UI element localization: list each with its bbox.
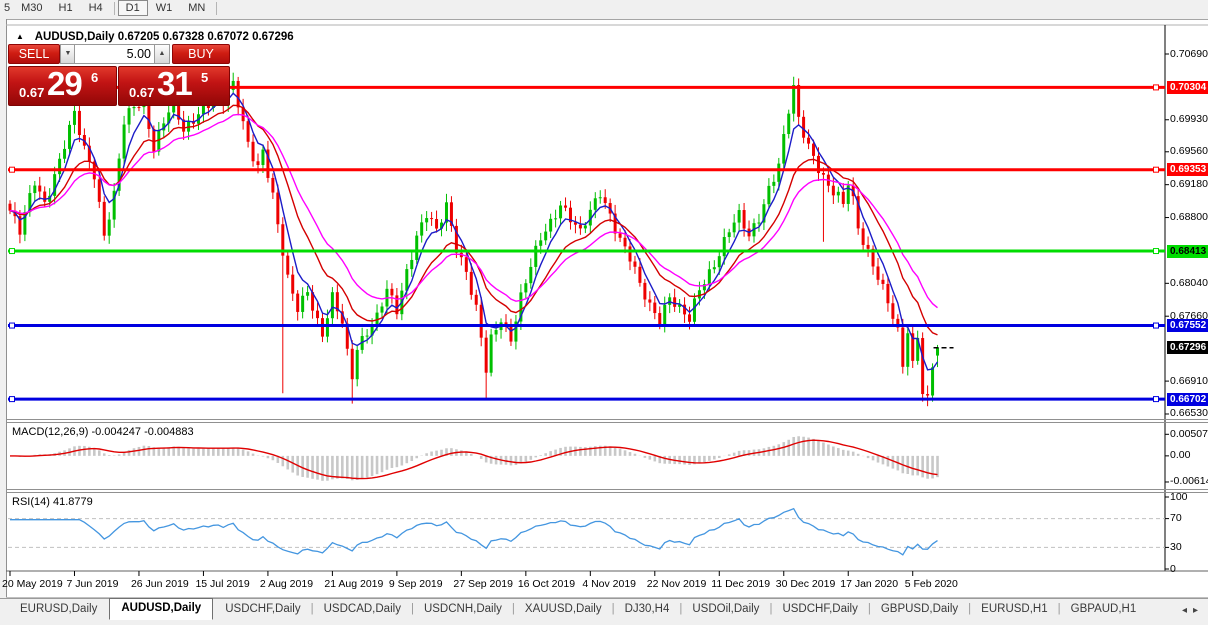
sell-price-pip: 6 [91,70,99,85]
price-axis-tick-label: 0.66530 [1170,407,1208,420]
chart-tab-xauusd-daily[interactable]: XAUUSD,Daily [513,599,614,620]
buy-price-prefix: 0.67 [129,85,155,100]
price-axis-tick-label: 0.68800 [1170,211,1208,224]
sell-price-main: 29 [47,65,83,102]
rsi-indicator-label: RSI(14) 41.8779 [12,496,93,508]
price-level-label: 0.67552 [1167,319,1208,333]
collapse-panel-icon[interactable]: ▲ [16,32,24,41]
chart-tab-usdchf-daily[interactable]: USDCHF,Daily [213,599,312,620]
sell-price-prefix: 0.67 [19,85,45,100]
level-line-handle[interactable] [9,248,15,255]
buy-price-box[interactable]: 0.67 31 5 [118,65,230,106]
price-level-label: 0.69353 [1167,163,1208,177]
buy-price-main: 31 [157,65,193,102]
macd-axis-tick-label: 0.00 [1170,449,1191,462]
chart-tab-eurusd-daily[interactable]: EURUSD,Daily [8,599,109,620]
macd-axis-tick-label: -0.006148 [1170,475,1208,488]
price-axis-tick-label: 0.69930 [1170,113,1208,126]
current-price-label: 0.67296 [1167,341,1208,355]
level-line-handle[interactable] [9,396,15,403]
volume-input[interactable] [74,44,156,64]
tab-scroll-left-icon[interactable]: ◂ [1182,605,1193,616]
date-axis-label: 21 Aug 2019 [324,578,384,590]
sell-button[interactable]: SELL [8,44,60,64]
chart-ohlc-values: 0.67205 0.67328 0.67072 0.67296 [117,31,294,43]
buy-price: 0.67 31 5 [119,65,229,105]
tab-scroll-arrows[interactable]: ◂▸ [1182,605,1204,616]
price-level-label: 0.66702 [1167,392,1208,406]
price-level-label: 0.68413 [1167,244,1208,258]
candles-layer [8,72,940,407]
buy-button[interactable]: BUY [172,44,230,64]
macd-axis-tick-label: 0.005076 [1170,427,1208,440]
date-axis-label: 27 Sep 2019 [453,578,513,590]
price-level-label: 0.70304 [1167,80,1208,94]
date-axis-label: 30 Dec 2019 [775,578,836,590]
price-axis-tick-label: 0.70690 [1170,47,1208,60]
rsi-axis-tick-label: 0 [1170,562,1176,575]
ma-line-slow [9,113,938,309]
chart-tab-gbpusd-daily[interactable]: GBPUSD,Daily [869,599,970,620]
sell-price-box[interactable]: 0.67 29 6 [8,65,117,106]
price-axis-tick-label: 0.68040 [1170,276,1208,289]
chart-tab-usdcad-daily[interactable]: USDCAD,Daily [312,599,413,620]
level-line-handle[interactable] [1153,248,1159,255]
date-axis-label: 22 Nov 2019 [646,578,707,590]
chart-tab-eurusd-h1[interactable]: EURUSD,H1 [969,599,1059,620]
level-line-handle[interactable] [9,322,15,329]
price-axis-tick-label: 0.69180 [1170,178,1208,191]
level-line-handle[interactable] [1153,84,1159,91]
level-line-handle[interactable] [1153,322,1159,329]
price-axis-tick-label: 0.66910 [1170,374,1208,387]
chart-tab-audusd-daily[interactable]: AUDUSD,Daily [109,598,214,620]
volume-increase-button[interactable]: ▲ [154,44,170,64]
buy-price-pip: 5 [201,70,209,85]
sell-price: 0.67 29 6 [9,65,116,105]
chart-tab-usdchf-daily[interactable]: USDCHF,Daily [770,599,869,620]
chart-tab-usdcnh-daily[interactable]: USDCNH,Daily [412,599,514,620]
rsi-axis-tick-label: 100 [1170,490,1188,503]
date-axis-label: 16 Oct 2019 [517,578,576,590]
rsi-axis-tick-label: 70 [1170,512,1182,525]
rsi-axis-tick-label: 30 [1170,540,1182,553]
date-axis-label: 11 Dec 2019 [711,578,771,590]
date-axis-label: 9 Sep 2019 [388,578,443,590]
level-line-handle[interactable] [9,166,15,173]
date-axis-label: 4 Nov 2019 [582,578,637,590]
date-axis-label: 26 Jun 2019 [130,578,189,590]
ma-line-mid [9,104,938,336]
date-axis-label: 7 Jun 2019 [66,578,119,590]
chart-symbol-period: AUDUSD,Daily [34,31,115,43]
trade-controls-row: SELL ▼ ▲ BUY [8,44,230,64]
date-axis-label: 17 Jan 2020 [840,578,899,590]
mt4-window: 5 M30 H1 H4 D1 W1 MN ▲ AUDUSD,Daily 0.67205 0.… [0,0,1208,625]
chart-tab-bar: EURUSD,Daily AUDUSD,Daily USDCHF,Daily | USD… [0,598,1208,625]
date-axis-label: 15 Jul 2019 [195,578,250,590]
macd-indicator-label: MACD(12,26,9) -0.004247 -0.004883 [12,426,194,438]
date-axis-label: 2 Aug 2019 [259,578,314,590]
one-click-trading-panel: SELL ▼ ▲ BUY 0.67 29 6 0.67 31 5 [8,44,230,106]
level-line-handle[interactable] [1153,166,1159,173]
level-line-handle[interactable] [1153,396,1159,403]
chart-tab-gbpaud-h1[interactable]: GBPAUD,H1 [1059,599,1149,620]
date-axis-label: 20 May 2019 [2,578,63,590]
price-axis-tick-label: 0.69560 [1170,145,1208,158]
chart-title: ▲ AUDUSD,Daily 0.67205 0.67328 0.67072 0… [16,31,294,43]
tab-scroll-right-icon[interactable]: ▸ [1193,605,1204,616]
chart-tab-dj30-h4[interactable]: DJ30,H4 [613,599,682,620]
chart-tab-usdoil-daily[interactable]: USDOil,Daily [680,599,771,620]
date-axis-label: 5 Feb 2020 [904,578,958,590]
